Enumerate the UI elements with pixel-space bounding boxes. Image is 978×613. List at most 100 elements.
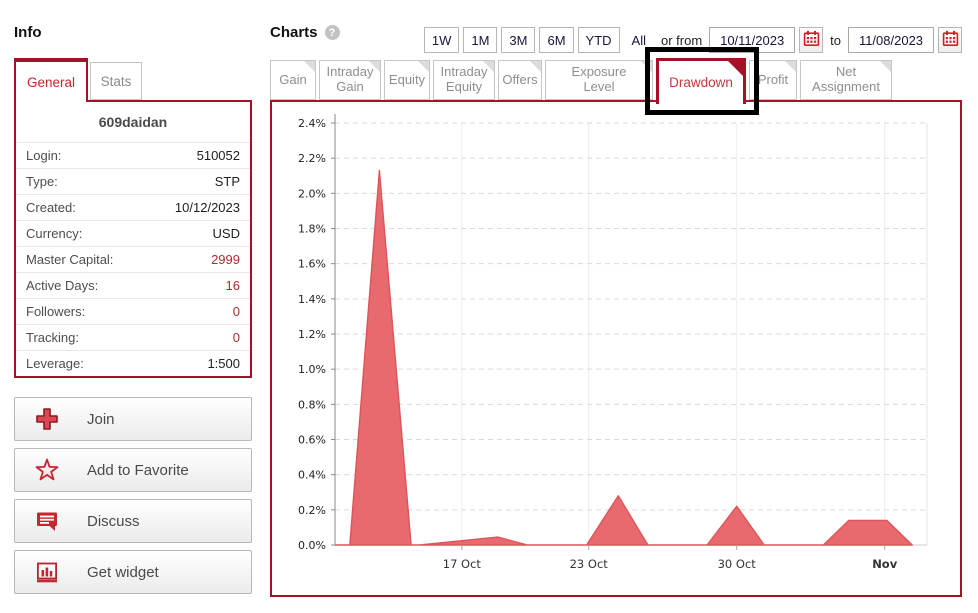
chart-tab-intraday-equity[interactable]: Intraday Equity [433, 60, 495, 100]
folded-corner-icon [641, 61, 652, 72]
svg-text:1.4%: 1.4% [298, 293, 326, 306]
info-heading: Info [14, 24, 42, 41]
star-icon [34, 457, 60, 483]
svg-text:1.0%: 1.0% [298, 363, 326, 376]
svg-text:Nov: Nov [872, 557, 898, 571]
info-label: Login: [26, 148, 61, 163]
drawdown-chart: 2.4%2.2%2.0%1.8%1.6%1.4%1.2%1.0%0.8%0.6%… [272, 102, 960, 595]
info-value: 0 [233, 330, 240, 345]
info-tab-general[interactable]: General [14, 58, 88, 102]
info-value: 10/12/2023 [175, 200, 240, 215]
discuss-button[interactable]: Discuss [14, 499, 252, 543]
info-rows: Login: 510052 Type: STP Created: 10/12/2023 Cu… [16, 142, 250, 376]
info-value: 16 [226, 278, 240, 293]
page: Info GeneralStats 609daidan Login: 510052… [0, 0, 978, 613]
folded-corner-icon [785, 61, 796, 72]
action-label: Get widget [87, 564, 159, 581]
range-all-button[interactable]: All [624, 27, 654, 53]
tab-label: Offers [502, 73, 537, 88]
tab-label: Profit [758, 73, 788, 88]
info-row-created: Created: 10/12/2023 [16, 194, 250, 220]
chart-tab-drawdown[interactable]: Drawdown [656, 58, 746, 104]
info-row-followers: Followers:0 [16, 298, 250, 324]
chart-tab-intraday-gain[interactable]: Intraday Gain [319, 60, 381, 100]
help-icon[interactable]: ? [325, 25, 340, 40]
action-label: Join [87, 411, 115, 428]
range-3m-button[interactable]: 3M [501, 27, 535, 53]
info-row-type: Type: STP [16, 168, 250, 194]
info-label: Master Capital: [26, 252, 113, 267]
or-from-label: or from [658, 33, 705, 48]
tab-label: Drawdown [669, 75, 733, 90]
info-label: Tracking: [26, 330, 79, 345]
widget-icon [34, 559, 60, 585]
range-buttons: 1W1M3M6MYTDAll [424, 27, 654, 53]
tab-label: Exposure Level [572, 65, 627, 94]
folded-corner-icon [530, 61, 541, 72]
svg-text:17 Oct: 17 Oct [443, 557, 482, 571]
info-tab-bar: GeneralStats [14, 58, 142, 102]
info-value: STP [215, 174, 240, 189]
svg-text:1.2%: 1.2% [298, 328, 326, 341]
tab-label: Equity [389, 73, 425, 88]
chart-tab-net-assignment[interactable]: Net Assignment [800, 60, 892, 100]
info-row-active-days: Active Days:16 [16, 272, 250, 298]
chart-tab-exposure-level[interactable]: Exposure Level [545, 60, 653, 100]
svg-text:0.6%: 0.6% [298, 434, 326, 447]
from-calendar-button[interactable] [799, 27, 823, 53]
info-value: 1:500 [207, 356, 240, 371]
range-controls: 1W1M3M6MYTDAll or from to [424, 27, 962, 53]
to-calendar-button[interactable] [938, 27, 962, 53]
info-row-tracking: Tracking: 0 [16, 324, 250, 350]
svg-text:0.0%: 0.0% [298, 539, 326, 552]
charts-heading: Charts [270, 24, 318, 41]
join-button[interactable]: Join [14, 397, 252, 441]
calendar-icon [803, 30, 820, 50]
chart-tab-offers[interactable]: Offers [498, 60, 542, 100]
svg-text:2.2%: 2.2% [298, 152, 326, 165]
range-ytd-button[interactable]: YTD [578, 27, 620, 53]
tab-label: Intraday Gain [327, 65, 374, 94]
svg-text:1.6%: 1.6% [298, 258, 326, 271]
folded-corner-icon [728, 61, 743, 76]
svg-text:30 Oct: 30 Oct [718, 557, 757, 571]
from-date-input[interactable] [709, 27, 795, 53]
range-6m-button[interactable]: 6M [539, 27, 573, 53]
folded-corner-icon [304, 61, 315, 72]
chat-icon [34, 508, 60, 534]
svg-text:23 Oct: 23 Oct [570, 557, 609, 571]
svg-text:0.2%: 0.2% [298, 504, 326, 517]
range-1m-button[interactable]: 1M [463, 27, 497, 53]
info-value: 510052 [197, 148, 240, 163]
info-panel: 609daidan Login: 510052 Type: STP Created: 10… [14, 100, 252, 378]
to-label: to [827, 33, 844, 48]
get-widget-button[interactable]: Get widget [14, 550, 252, 594]
svg-text:0.8%: 0.8% [298, 398, 326, 411]
charts-heading-row: Charts ? [270, 24, 340, 41]
tab-label: Intraday Equity [441, 65, 488, 94]
chart-panel: 2.4%2.2%2.0%1.8%1.6%1.4%1.2%1.0%0.8%0.6%… [270, 100, 962, 597]
info-row-leverage: Leverage: 1:500 [16, 350, 250, 376]
to-date-input[interactable] [848, 27, 934, 53]
tab-label: Gain [279, 73, 306, 88]
svg-text:2.0%: 2.0% [298, 187, 326, 200]
plus-icon [34, 406, 60, 432]
folded-corner-icon [880, 61, 891, 72]
info-label: Leverage: [26, 356, 84, 371]
info-label: Created: [26, 200, 76, 215]
tab-label: Net Assignment [812, 65, 880, 94]
info-row-login: Login: 510052 [16, 142, 250, 168]
add-to-favorite-button[interactable]: Add to Favorite [14, 448, 252, 492]
account-name: 609daidan [16, 102, 250, 142]
chart-tab-profit[interactable]: Profit [749, 60, 797, 100]
chart-tab-equity[interactable]: Equity [384, 60, 430, 100]
svg-text:1.8%: 1.8% [298, 223, 326, 236]
info-row-master-capital: Master Capital:2999 [16, 246, 250, 272]
info-label: Type: [26, 174, 58, 189]
folded-corner-icon [418, 61, 429, 72]
info-label: Currency: [26, 226, 82, 241]
chart-tab-gain[interactable]: Gain [270, 60, 316, 100]
action-label: Add to Favorite [87, 462, 189, 479]
info-tab-stats[interactable]: Stats [90, 62, 142, 100]
range-1w-button[interactable]: 1W [424, 27, 460, 53]
